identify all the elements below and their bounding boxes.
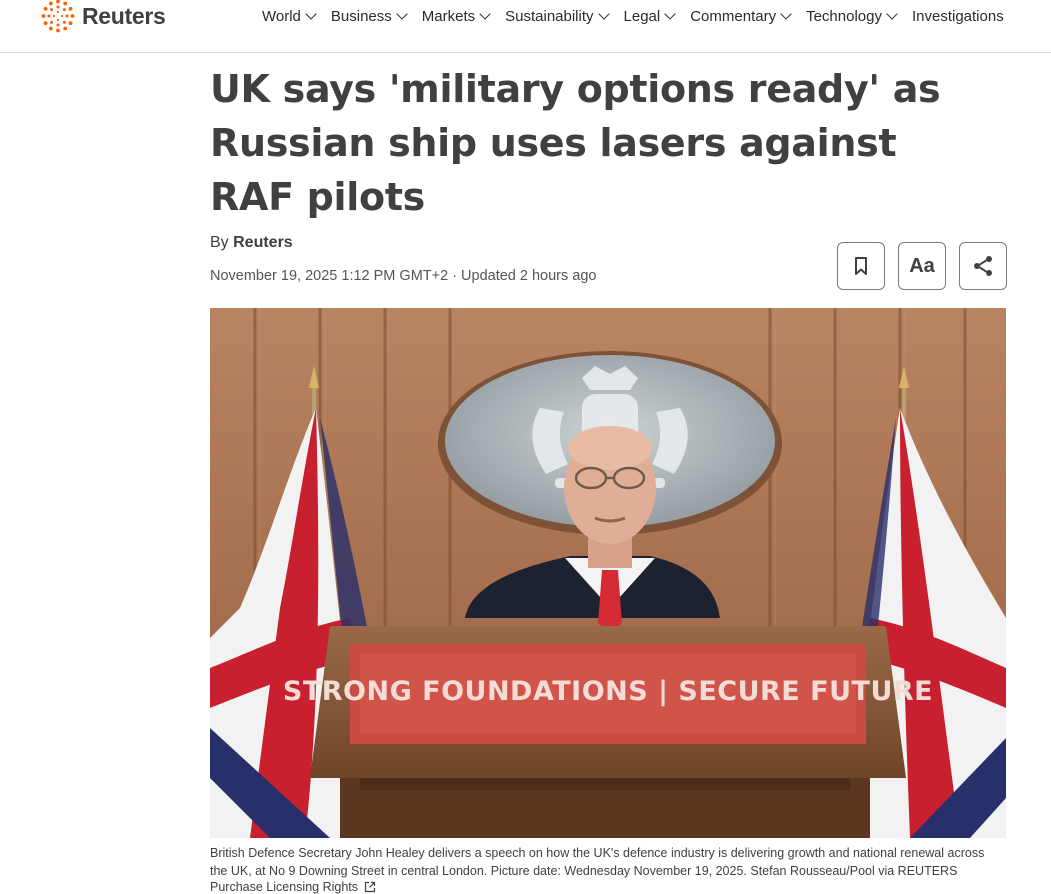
chevron-down-icon xyxy=(597,7,610,20)
external-link-icon xyxy=(364,881,376,893)
nav-item-markets[interactable]: Markets xyxy=(421,7,491,25)
nav-item-label: Sustainability xyxy=(505,7,594,25)
article-headline: UK says 'military options ready' as Russ… xyxy=(210,67,941,219)
bookmark-button[interactable] xyxy=(837,242,885,290)
reuters-logo-icon xyxy=(41,0,75,33)
nav-item-investigations[interactable]: Investigations xyxy=(912,8,1004,25)
chevron-down-icon xyxy=(305,7,317,20)
nav-item-label: Markets xyxy=(421,7,476,25)
lectern-sign: STRONG FOUNDATIONS | SECURE FUTURE xyxy=(283,676,933,707)
brand-name: Reuters xyxy=(82,2,166,29)
chevron-down-icon xyxy=(780,7,792,20)
nav-item-commentary[interactable]: Commentary xyxy=(690,7,792,25)
photo-illustration: STRONG FOUNDATIONS | SECURE FUTURE xyxy=(210,308,1006,838)
nav-item-label: Legal xyxy=(623,7,661,25)
top-navigation: Reuters World Business Markets Sustainab… xyxy=(0,0,1051,53)
rights-label: Purchase Licensing Rights xyxy=(210,880,358,894)
nav-item-business[interactable]: Business xyxy=(330,7,408,25)
nav-item-label: Business xyxy=(330,7,392,25)
share-button[interactable] xyxy=(959,242,1007,290)
chevron-down-icon xyxy=(886,7,898,20)
article-dateline: November 19, 2025 1:12 PM GMT+2 · Update… xyxy=(210,268,597,284)
share-icon xyxy=(974,256,992,276)
nav-item-world[interactable]: World xyxy=(262,7,317,25)
font-size-label: Aa xyxy=(909,254,935,277)
lead-photo[interactable]: STRONG FOUNDATIONS | SECURE FUTURE xyxy=(210,308,1006,838)
photo-caption: British Defence Secretary John Healey de… xyxy=(210,846,985,878)
chevron-down-icon xyxy=(664,7,676,20)
byline: By Reuters xyxy=(210,234,293,252)
byline-prefix: By xyxy=(210,234,229,251)
nav-item-label: Technology xyxy=(806,7,882,25)
reuters-logo[interactable]: Reuters xyxy=(40,0,166,33)
font-size-button[interactable]: Aa xyxy=(898,242,946,290)
author-link[interactable]: Reuters xyxy=(233,234,293,251)
purchase-licensing-rights-link[interactable]: Purchase Licensing Rights xyxy=(210,880,376,894)
chevron-down-icon xyxy=(396,7,408,20)
nav-item-label: Commentary xyxy=(690,7,777,25)
section-nav: World Business Markets Sustainability Le… xyxy=(262,0,1004,32)
article-tools: Aa xyxy=(837,242,1007,290)
nav-item-label: Investigations xyxy=(911,7,1004,25)
nav-item-legal[interactable]: Legal xyxy=(623,7,676,25)
nav-item-technology[interactable]: Technology xyxy=(806,7,898,25)
nav-item-sustainability[interactable]: Sustainability xyxy=(505,7,610,25)
chevron-down-icon xyxy=(479,7,491,20)
bookmark-icon xyxy=(855,257,867,275)
nav-item-label: World xyxy=(262,7,301,25)
